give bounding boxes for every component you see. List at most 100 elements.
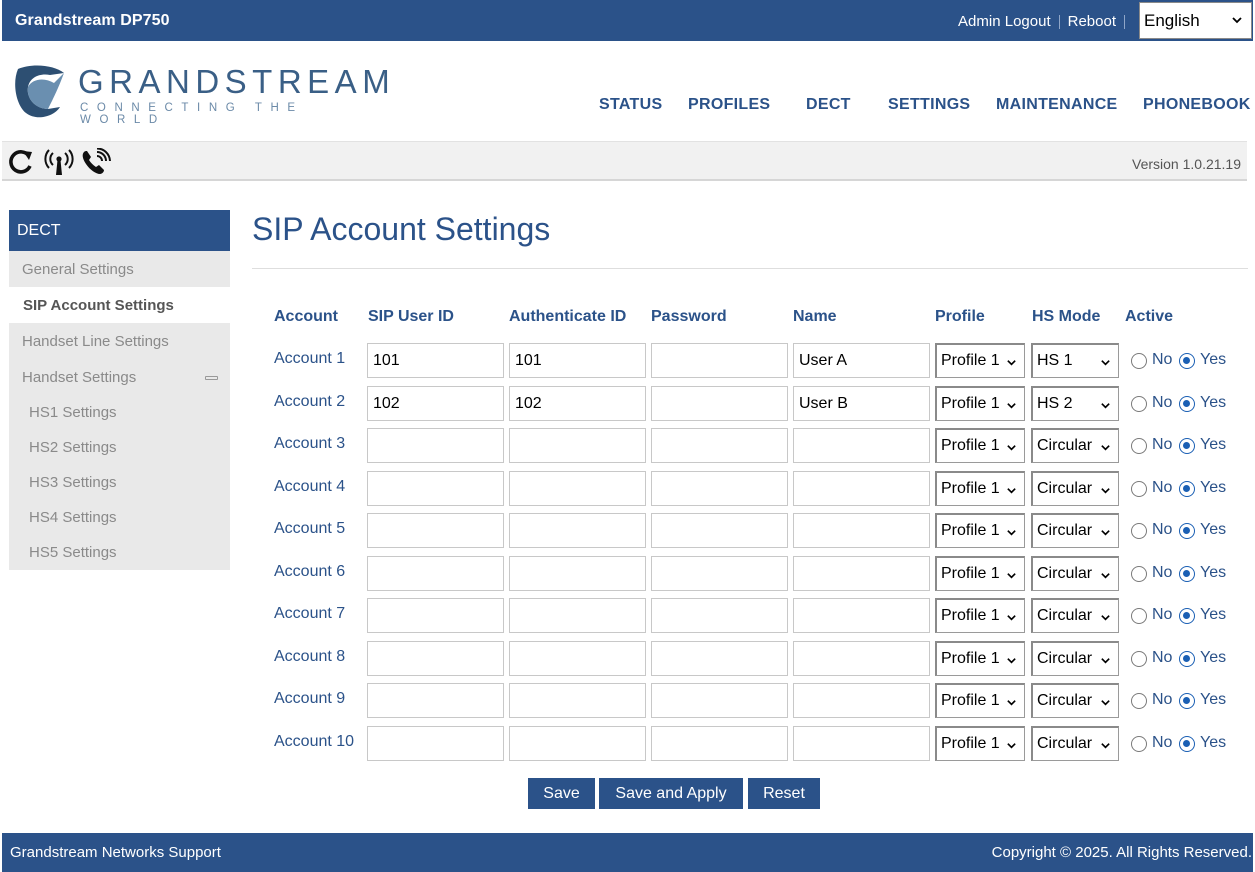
password-input[interactable] bbox=[651, 598, 788, 633]
profile-select[interactable]: Profile 1 bbox=[935, 683, 1025, 718]
active-no-radio[interactable] bbox=[1131, 523, 1147, 539]
sip-user-id-input[interactable] bbox=[367, 470, 504, 506]
hs-mode-select[interactable]: Circular bbox=[1031, 513, 1119, 548]
hs-mode-select[interactable]: Circular bbox=[1031, 598, 1119, 633]
refresh-icon[interactable] bbox=[7, 148, 35, 176]
name-input[interactable] bbox=[793, 513, 930, 548]
sidebar-item-hs5-settings[interactable]: HS5 Settings bbox=[9, 535, 230, 570]
support-link[interactable]: Grandstream Networks Support bbox=[10, 844, 221, 861]
password-input[interactable] bbox=[651, 513, 788, 548]
active-yes-radio[interactable] bbox=[1179, 480, 1195, 497]
sip-user-id-input[interactable]: 102 bbox=[367, 385, 504, 421]
active-no-radio[interactable] bbox=[1131, 608, 1147, 624]
nav-dect[interactable]: DECT bbox=[806, 96, 851, 114]
name-input[interactable] bbox=[793, 683, 930, 718]
hs-mode-select[interactable]: HS 1 bbox=[1031, 343, 1119, 378]
sip-user-id-input[interactable]: 101 bbox=[367, 343, 504, 378]
active-yes-radio[interactable] bbox=[1179, 395, 1195, 412]
active-yes-radio[interactable] bbox=[1179, 608, 1195, 624]
name-input[interactable] bbox=[793, 470, 930, 506]
sip-user-id-input[interactable] bbox=[367, 513, 504, 548]
sip-user-id-input[interactable] bbox=[367, 683, 504, 718]
profile-select[interactable]: Profile 1 bbox=[935, 725, 1025, 761]
hs-mode-select[interactable]: Circular bbox=[1031, 428, 1119, 463]
active-yes-radio[interactable] bbox=[1179, 523, 1195, 539]
authenticate-id-input[interactable] bbox=[509, 725, 646, 761]
authenticate-id-input[interactable] bbox=[509, 555, 646, 591]
collapse-icon[interactable] bbox=[205, 376, 218, 380]
active-no-radio[interactable] bbox=[1131, 693, 1147, 709]
sidebar-item-general-settings[interactable]: General Settings bbox=[9, 251, 230, 287]
save-and-apply-button[interactable]: Save and Apply bbox=[599, 778, 743, 809]
sidebar-item-hs2-settings[interactable]: HS2 Settings bbox=[9, 430, 230, 465]
authenticate-id-input[interactable] bbox=[509, 683, 646, 718]
sidebar-item-sip-account-settings[interactable]: SIP Account Settings bbox=[9, 287, 230, 323]
sidebar-item-handset-settings[interactable]: Handset Settings bbox=[9, 359, 230, 395]
sip-user-id-input[interactable] bbox=[367, 428, 504, 463]
sidebar-header[interactable]: DECT bbox=[9, 210, 230, 251]
profile-select[interactable]: Profile 1 bbox=[935, 385, 1025, 421]
hs-mode-select[interactable]: Circular bbox=[1031, 555, 1119, 591]
nav-phonebook[interactable]: PHONEBOOK bbox=[1143, 96, 1251, 114]
profile-select[interactable]: Profile 1 bbox=[935, 555, 1025, 591]
profile-select[interactable]: Profile 1 bbox=[935, 513, 1025, 548]
name-input[interactable] bbox=[793, 725, 930, 761]
name-input[interactable] bbox=[793, 640, 930, 676]
authenticate-id-input[interactable] bbox=[509, 428, 646, 463]
password-input[interactable] bbox=[651, 683, 788, 718]
name-input[interactable] bbox=[793, 555, 930, 591]
hs-mode-select[interactable]: Circular bbox=[1031, 640, 1119, 676]
profile-select[interactable]: Profile 1 bbox=[935, 640, 1025, 676]
sidebar-item-hs4-settings[interactable]: HS4 Settings bbox=[9, 500, 230, 535]
hs-mode-select[interactable]: Circular bbox=[1031, 725, 1119, 761]
reset-button[interactable]: Reset bbox=[748, 778, 820, 809]
nav-settings[interactable]: SETTINGS bbox=[888, 96, 970, 114]
name-input[interactable] bbox=[793, 598, 930, 633]
profile-select[interactable]: Profile 1 bbox=[935, 598, 1025, 633]
authenticate-id-input[interactable] bbox=[509, 470, 646, 506]
active-no-radio[interactable] bbox=[1131, 395, 1147, 412]
hs-mode-select[interactable]: Circular bbox=[1031, 683, 1119, 718]
active-no-radio[interactable] bbox=[1131, 735, 1147, 752]
authenticate-id-input[interactable] bbox=[509, 513, 646, 548]
nav-profiles[interactable]: PROFILES bbox=[688, 96, 770, 114]
sip-user-id-input[interactable] bbox=[367, 725, 504, 761]
authenticate-id-input[interactable]: 102 bbox=[509, 385, 646, 421]
admin-logout-link[interactable]: Admin Logout bbox=[958, 13, 1051, 30]
authenticate-id-input[interactable]: 101 bbox=[509, 343, 646, 378]
sidebar-item-handset-line-settings[interactable]: Handset Line Settings bbox=[9, 323, 230, 359]
save-button[interactable]: Save bbox=[528, 778, 595, 809]
sip-user-id-input[interactable] bbox=[367, 555, 504, 591]
hs-mode-select[interactable]: HS 2 bbox=[1031, 385, 1119, 421]
profile-select[interactable]: Profile 1 bbox=[935, 470, 1025, 506]
active-no-radio[interactable] bbox=[1131, 353, 1147, 369]
password-input[interactable] bbox=[651, 725, 788, 761]
password-input[interactable] bbox=[651, 640, 788, 676]
sip-user-id-input[interactable] bbox=[367, 598, 504, 633]
password-input[interactable] bbox=[651, 385, 788, 421]
password-input[interactable] bbox=[651, 470, 788, 506]
active-yes-radio[interactable] bbox=[1179, 438, 1195, 454]
name-input[interactable] bbox=[793, 428, 930, 463]
profile-select[interactable]: Profile 1 bbox=[935, 343, 1025, 378]
password-input[interactable] bbox=[651, 428, 788, 463]
active-no-radio[interactable] bbox=[1131, 565, 1147, 582]
name-input[interactable]: User A bbox=[793, 343, 930, 378]
reboot-link[interactable]: Reboot bbox=[1068, 13, 1116, 30]
active-no-radio[interactable] bbox=[1131, 650, 1147, 667]
active-yes-radio[interactable] bbox=[1179, 650, 1195, 667]
hs-mode-select[interactable]: Circular bbox=[1031, 470, 1119, 506]
phone-ringing-icon[interactable] bbox=[80, 148, 112, 176]
nav-maintenance[interactable]: MAINTENANCE bbox=[996, 96, 1118, 114]
nav-status[interactable]: STATUS bbox=[599, 96, 662, 114]
profile-select[interactable]: Profile 1 bbox=[935, 428, 1025, 463]
authenticate-id-input[interactable] bbox=[509, 598, 646, 633]
language-select[interactable]: English bbox=[1139, 2, 1252, 39]
sidebar-item-hs3-settings[interactable]: HS3 Settings bbox=[9, 465, 230, 500]
active-no-radio[interactable] bbox=[1131, 438, 1147, 454]
active-yes-radio[interactable] bbox=[1179, 735, 1195, 752]
sidebar-item-hs1-settings[interactable]: HS1 Settings bbox=[9, 395, 230, 430]
password-input[interactable] bbox=[651, 343, 788, 378]
authenticate-id-input[interactable] bbox=[509, 640, 646, 676]
active-no-radio[interactable] bbox=[1131, 480, 1147, 497]
